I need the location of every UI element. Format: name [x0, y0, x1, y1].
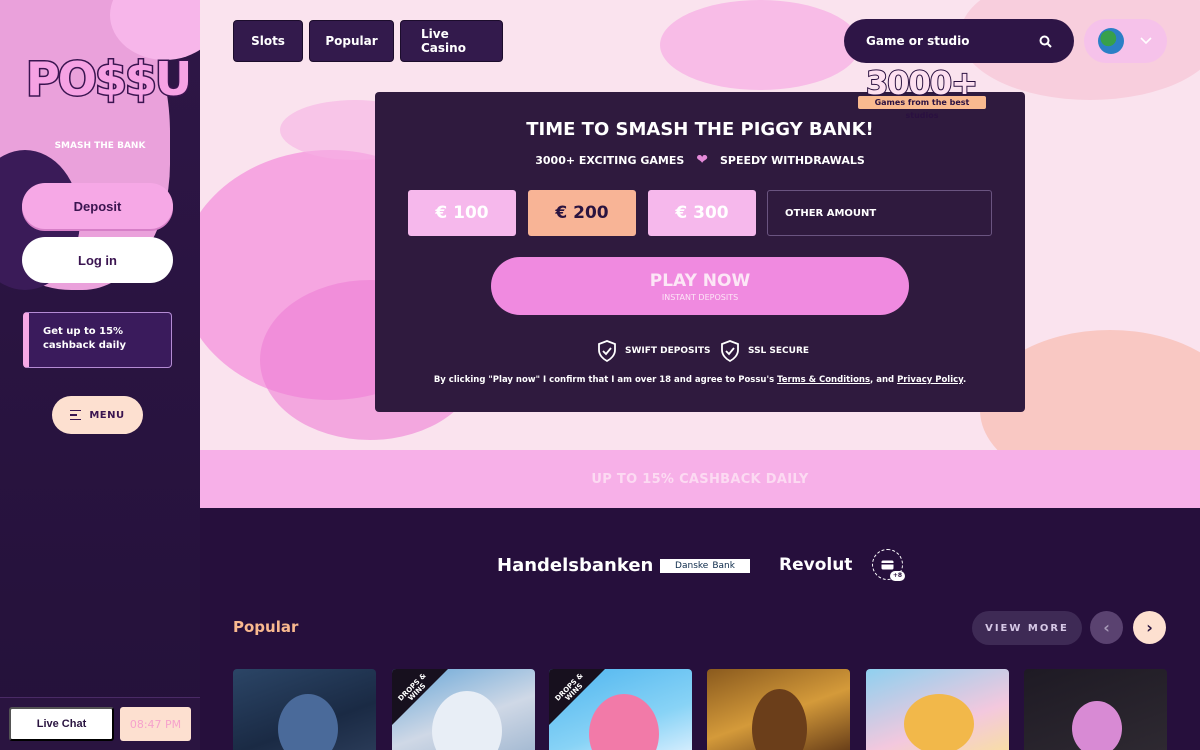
game-artwork [278, 694, 338, 750]
games-count-badge: 3000+ Games from the best studios [856, 63, 988, 120]
hero-title: TIME TO SMASH THE PIGGY BANK! [526, 119, 874, 140]
content-area: Handelsbanken Danske Bank Revolut +8 Pop… [200, 508, 1200, 750]
chevron-down-icon [1140, 37, 1152, 45]
trust-label: SWIFT DEPOSITS [625, 346, 711, 356]
game-tile[interactable] [707, 669, 850, 750]
game-artwork [904, 694, 974, 750]
game-tile[interactable]: DROPS & WINS [392, 669, 535, 750]
tab-slots[interactable]: Slots [233, 20, 303, 62]
game-artwork [752, 689, 807, 750]
tab-popular[interactable]: Popular [309, 20, 394, 62]
hero-section: Slots Popular Live Casino Game or studio… [200, 0, 1200, 450]
sidebar: PO$$U SMASH THE BANK Deposit Log in Get … [0, 0, 200, 750]
card-icon [881, 560, 894, 569]
clock-display: 08:47 PM [120, 707, 191, 741]
logo-text: PO$$U [24, 51, 193, 108]
revolut-logo: Revolut [779, 555, 853, 575]
cashback-line-2: cashback daily [43, 340, 126, 351]
more-payments-icon: +8 [872, 549, 905, 581]
amount-option-200-selected[interactable]: € 200 [528, 190, 636, 236]
badge-subtitle: Games from the best studios [858, 96, 986, 120]
play-now-button[interactable]: PLAY NOW INSTANT DEPOSITS [491, 257, 909, 315]
disclaimer-text: By clicking "Play now" I confirm that I … [433, 375, 775, 385]
other-amount-input[interactable]: OTHER AMOUNT [767, 190, 992, 236]
play-now-sublabel: INSTANT DEPOSITS [661, 292, 739, 302]
game-tile[interactable] [1024, 669, 1167, 750]
trust-ssl-secure: SSL SECURE [720, 340, 809, 362]
cashback-banner[interactable]: UP TO 15% CASHBACK DAILY [200, 450, 1200, 508]
danske-text: Danske [675, 561, 709, 571]
play-now-label: PLAY NOW [649, 270, 751, 291]
deposit-button[interactable]: Deposit [22, 183, 173, 229]
game-tile[interactable] [233, 669, 376, 750]
trust-label: SSL SECURE [748, 346, 810, 356]
amount-option-300[interactable]: € 300 [648, 190, 756, 236]
cashback-promo-card[interactable]: Get up to 15% cashback daily [23, 312, 172, 368]
search-placeholder: Game or studio [866, 34, 970, 48]
trust-swift-deposits: SWIFT DEPOSITS [597, 340, 711, 362]
feature-withdrawals: SPEEDY WITHDRAWALS [719, 153, 865, 167]
shield-check-icon [721, 340, 739, 362]
signup-card: TIME TO SMASH THE PIGGY BANK! 3000+ EXCI… [375, 92, 1025, 412]
language-selector[interactable] [1084, 19, 1167, 63]
carousel-prev-button[interactable]: ‹ [1090, 611, 1123, 644]
game-tile[interactable] [866, 669, 1009, 750]
menu-label: MENU [89, 409, 125, 421]
brand-tagline: SMASH THE BANK [54, 141, 146, 151]
live-chat-button[interactable]: Live Chat [9, 707, 114, 741]
globe-icon [1098, 28, 1124, 54]
shield-check-icon [598, 340, 616, 362]
handelsbanken-logo: Handelsbanken [497, 555, 654, 576]
feature-games: 3000+ EXCITING GAMES [535, 153, 685, 167]
game-tile[interactable]: DROPS & WINS [549, 669, 692, 750]
tab-live-casino[interactable]: Live Casino [400, 20, 503, 62]
disclaimer-end: . [962, 375, 967, 385]
terms-link[interactable]: Terms & Conditions [777, 375, 870, 385]
decorative-blob [660, 0, 860, 90]
legal-disclaimer: By clicking "Play now" I confirm that I … [375, 375, 1025, 385]
danske-bank-logo: Danske Bank [660, 559, 750, 573]
search-icon[interactable] [1039, 35, 1052, 48]
heart-icon: ❤ [696, 152, 708, 168]
popular-section-title: Popular [233, 618, 299, 636]
hero-features: 3000+ EXCITING GAMES ❤ SPEEDY WITHDRAWAL… [375, 152, 1025, 168]
cashback-line-1: Get up to 15% [43, 326, 124, 337]
privacy-link[interactable]: Privacy Policy [897, 375, 963, 385]
more-payments-count: +8 [890, 571, 905, 581]
hamburger-icon [70, 409, 82, 421]
bank-text: Bank [712, 561, 735, 571]
sidebar-footer: Live Chat 08:47 PM [0, 697, 200, 750]
payment-providers: Handelsbanken Danske Bank Revolut +8 [200, 548, 1200, 584]
disclaimer-mid: , and [870, 375, 895, 385]
menu-button[interactable]: MENU [52, 396, 143, 434]
amount-option-100[interactable]: € 100 [408, 190, 516, 236]
login-button[interactable]: Log in [22, 237, 173, 283]
game-artwork [1072, 701, 1122, 750]
carousel-next-button[interactable]: › [1133, 611, 1166, 644]
search-input[interactable]: Game or studio [844, 19, 1074, 63]
brand-logo[interactable]: PO$$U [24, 51, 193, 112]
view-more-button[interactable]: VIEW MORE [972, 611, 1082, 645]
